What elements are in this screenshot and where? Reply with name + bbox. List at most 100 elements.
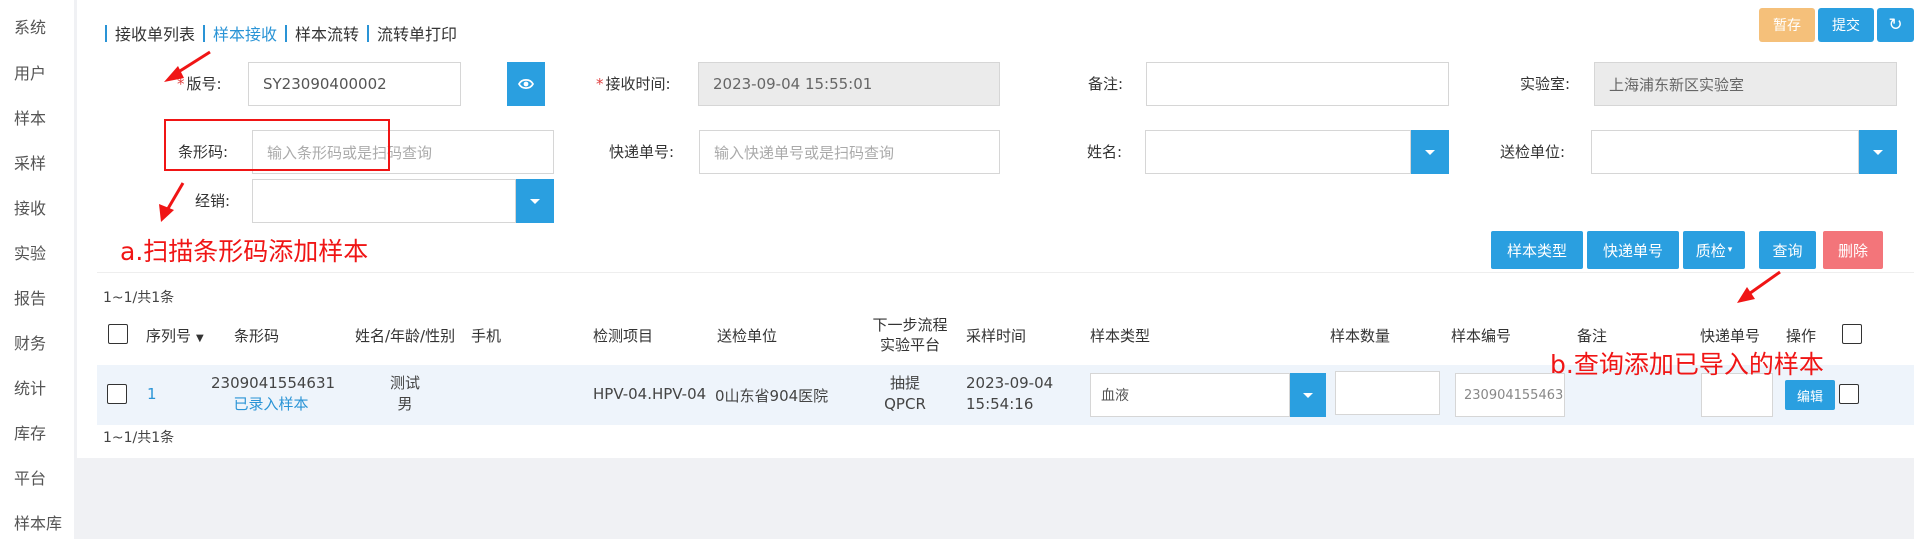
tab-bar: 接收单列表 样本接收 样本流转 流转单打印 <box>97 22 457 44</box>
row-next-flow-1: 抽提 <box>889 374 920 392</box>
dealer-dropdown-button[interactable] <box>516 179 554 223</box>
col-header-express-no: 快递单号 <box>1700 327 1761 345</box>
col-header-test-item: 检测项目 <box>593 327 654 345</box>
send-unit-dropdown-button[interactable] <box>1859 130 1897 174</box>
row-next-flow-cell: 抽提 QPCR <box>870 373 940 415</box>
qc-dropdown-button[interactable]: 质检 ▾ <box>1683 231 1745 269</box>
tab-separator <box>285 24 288 42</box>
caret-down-icon: ▾ <box>1727 245 1733 255</box>
row-sample-date: 2023-09-04 <box>966 374 1054 392</box>
pagination-count-bottom: 1~1/共1条 <box>103 430 175 446</box>
col-header-remark: 备注 <box>1577 327 1608 345</box>
send-unit-label: 送检单位: <box>1500 143 1566 161</box>
nav-item-system[interactable]: 系统 <box>14 14 46 38</box>
row-edit-button[interactable]: 编辑 <box>1785 380 1835 410</box>
tab-sample-transfer[interactable]: 样本流转 <box>295 21 359 45</box>
submit-button[interactable]: 提交 <box>1818 8 1874 42</box>
left-nav: 系统 用户 样本 采样 接收 实验 报告 财务 统计 库存 平台 样本库 <box>0 0 74 539</box>
view-batch-button[interactable] <box>507 62 545 106</box>
nav-item-receive[interactable]: 接收 <box>14 195 46 219</box>
express-no-button[interactable]: 快递单号 <box>1587 231 1679 269</box>
tab-separator <box>203 24 206 42</box>
tab-transfer-print[interactable]: 流转单打印 <box>377 21 457 45</box>
row-name: 测试 <box>389 374 420 392</box>
col-header-sample-type: 样本类型 <box>1090 327 1151 345</box>
row-test-item: HPV-04.HPV-04 <box>593 385 707 403</box>
col-header-sample-time: 采样时间 <box>966 327 1027 345</box>
row-next-flow-2: QPCR <box>884 395 926 413</box>
sort-down-icon: ▼ <box>196 333 204 344</box>
eye-icon <box>518 78 534 90</box>
nav-item-experiment[interactable]: 实验 <box>14 240 46 264</box>
name-select[interactable] <box>1145 130 1411 174</box>
row-sample-type-dropdown[interactable] <box>1290 373 1326 417</box>
lab-label: 实验室: <box>1520 75 1571 93</box>
select-all-right-checkbox[interactable] <box>1842 324 1862 344</box>
row-send-unit: 0山东省904医院 <box>715 387 829 405</box>
select-all-checkbox[interactable] <box>108 324 128 344</box>
row-checkbox[interactable] <box>107 384 127 404</box>
delete-button[interactable]: 删除 <box>1823 231 1883 269</box>
caret-down-icon <box>1303 392 1313 398</box>
refresh-icon: ↻ <box>1888 15 1903 35</box>
nav-item-sampling[interactable]: 采样 <box>14 150 46 174</box>
nav-item-inventory[interactable]: 库存 <box>14 420 46 444</box>
nav-item-sample-bank[interactable]: 样本库 <box>14 510 62 534</box>
remark-label: 备注: <box>1088 75 1124 93</box>
row-sample-time-cell: 2023-09-04 15:54:16 <box>966 373 1053 415</box>
tab-separator <box>367 24 370 42</box>
nav-item-finance[interactable]: 财务 <box>14 330 46 354</box>
express-no-input[interactable]: 输入快递单号或是扫码查询 <box>699 130 1000 174</box>
nav-item-platform[interactable]: 平台 <box>14 465 46 489</box>
row-sample-clock: 15:54:16 <box>966 395 1034 413</box>
col-header-phone: 手机 <box>471 327 502 345</box>
row-gender: 男 <box>397 395 413 413</box>
tab-separator <box>105 24 107 42</box>
batch-no-field[interactable]: SY23090400002 <box>248 62 461 106</box>
name-dropdown-button[interactable] <box>1411 130 1449 174</box>
name-label: 姓名: <box>1087 143 1123 161</box>
remark-input[interactable] <box>1146 62 1449 106</box>
col-header-send-unit: 送检单位 <box>717 327 778 345</box>
tab-receive-list[interactable]: 接收单列表 <box>115 21 195 45</box>
divider <box>97 272 1914 273</box>
col-header-seq[interactable]: 序列号 ▼ <box>146 325 204 346</box>
row-sample-type-select[interactable]: 血液 <box>1090 373 1290 417</box>
main-panel: 接收单列表 样本接收 样本流转 流转单打印 暂存 提交 ↻ * 版号: SY230… <box>77 0 1914 458</box>
col-header-sample-qty: 样本数量 <box>1330 327 1391 345</box>
sample-type-button[interactable]: 样本类型 <box>1491 231 1583 269</box>
row-sample-no-input[interactable]: 2309041554631 <box>1455 373 1565 417</box>
nav-item-report[interactable]: 报告 <box>14 285 46 309</box>
col-header-barcode: 条形码 <box>234 327 280 345</box>
row-status-link[interactable]: 已录入样本 <box>211 394 331 415</box>
nav-item-user[interactable]: 用户 <box>14 60 46 84</box>
row-person-cell: 测试 男 <box>375 373 435 415</box>
query-button[interactable]: 查询 <box>1759 231 1816 269</box>
dealer-label: 经销: <box>195 192 231 210</box>
col-header-person: 姓名/年龄/性别 <box>355 327 456 345</box>
row-right-checkbox[interactable] <box>1839 384 1859 404</box>
batch-no-label: * 版号: <box>177 75 222 93</box>
receive-time-field: 2023-09-04 15:55:01 <box>698 62 1000 106</box>
annotation-a: a.扫描条形码添加样本 <box>120 237 369 266</box>
row-barcode: 2309041554631 <box>211 374 336 392</box>
caret-down-icon <box>1425 149 1435 155</box>
nav-item-sample[interactable]: 样本 <box>14 105 46 129</box>
col-header-sample-no: 样本编号 <box>1451 327 1512 345</box>
send-unit-select[interactable] <box>1591 130 1859 174</box>
lab-field: 上海浦东新区实验室 <box>1594 62 1897 106</box>
refresh-button[interactable]: ↻ <box>1877 8 1914 42</box>
col-header-next-flow: 下一步流程 实验平台 <box>872 316 948 354</box>
dealer-select[interactable] <box>252 179 516 223</box>
express-no-label: 快递单号: <box>609 143 675 161</box>
row-barcode-cell: 2309041554631 已录入样本 <box>211 373 336 415</box>
col-header-operation: 操作 <box>1786 327 1817 345</box>
nav-item-statistics[interactable]: 统计 <box>14 375 46 399</box>
save-draft-button[interactable]: 暂存 <box>1759 8 1815 42</box>
barcode-highlight-box <box>164 119 390 171</box>
row-sample-qty-input[interactable] <box>1335 371 1440 415</box>
row-seq: 1 <box>147 385 157 403</box>
annotation-b: b.查询添加已导入的样本 <box>1550 350 1824 379</box>
caret-down-icon <box>530 198 540 204</box>
tab-sample-receive[interactable]: 样本接收 <box>213 21 277 45</box>
